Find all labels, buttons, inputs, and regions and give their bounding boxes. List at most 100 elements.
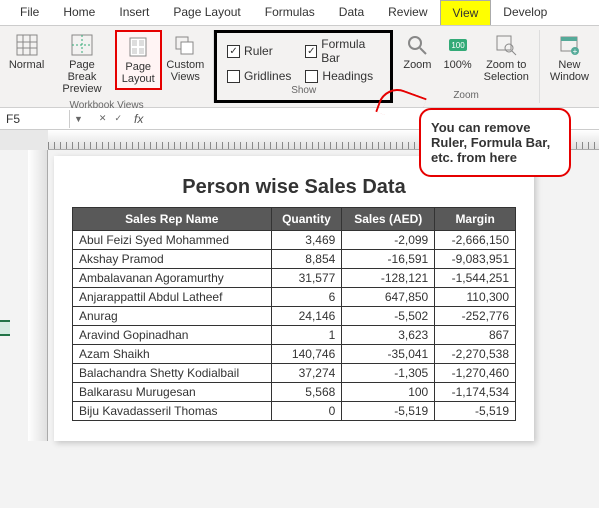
table-cell[interactable]: -2,270,538: [435, 345, 516, 364]
table-cell[interactable]: 140,746: [271, 345, 342, 364]
table-cell[interactable]: Balkarasu Murugesan: [73, 383, 272, 402]
vertical-ruler[interactable]: [28, 150, 48, 441]
zoom-icon: [405, 33, 429, 57]
ruler-checkbox[interactable]: Ruler: [227, 37, 291, 65]
tab-page-layout[interactable]: Page Layout: [161, 0, 252, 25]
table-cell[interactable]: -5,519: [435, 402, 516, 421]
table-cell[interactable]: Ambalavanan Agoramurthy: [73, 269, 272, 288]
page-layout-button[interactable]: Page Layout: [115, 30, 162, 90]
table-header[interactable]: Quantity: [271, 208, 342, 231]
workbook-views-label: Workbook Views: [69, 98, 143, 113]
table-row[interactable]: Akshay Pramod8,854-16,591-9,083,951: [73, 250, 516, 269]
fx-enter-icon[interactable]: ✓: [110, 113, 126, 124]
gridlines-checkbox[interactable]: Gridlines: [227, 69, 291, 83]
checkbox-icon: [305, 45, 317, 58]
svg-text:+: +: [573, 47, 578, 56]
table-row[interactable]: Aravind Gopinadhan13,623867: [73, 326, 516, 345]
table-header[interactable]: Sales (AED): [342, 208, 435, 231]
checkbox-icon: [227, 45, 240, 58]
new-window-button[interactable]: + New Window: [544, 30, 595, 86]
table-cell[interactable]: Balachandra Shetty Kodialbail: [73, 364, 272, 383]
table-cell[interactable]: 110,300: [435, 288, 516, 307]
table-cell[interactable]: Abul Feizi Syed Mohammed: [73, 231, 272, 250]
zoom-selection-label: Zoom to Selection: [484, 59, 529, 83]
table-cell[interactable]: 37,274: [271, 364, 342, 383]
zoom-100-icon: 100: [446, 33, 470, 57]
table-cell[interactable]: 24,146: [271, 307, 342, 326]
table-cell[interactable]: Biju Kavadasseril Thomas: [73, 402, 272, 421]
name-box-dropdown-icon[interactable]: ▼: [70, 114, 87, 124]
table-row[interactable]: Azam Shaikh140,746-35,041-2,270,538: [73, 345, 516, 364]
table-header[interactable]: Margin: [435, 208, 516, 231]
table-row[interactable]: Anjarappattil Abdul Latheef6647,850110,3…: [73, 288, 516, 307]
table-cell[interactable]: 1: [271, 326, 342, 345]
table-cell[interactable]: -2,666,150: [435, 231, 516, 250]
zoom-label: Zoom: [403, 59, 431, 71]
table-cell[interactable]: 6: [271, 288, 342, 307]
group-window: + New Window: [540, 30, 599, 103]
page-canvas: Person wise Sales Data Sales Rep NameQua…: [54, 156, 534, 441]
table-cell[interactable]: 867: [435, 326, 516, 345]
normal-button[interactable]: Normal: [4, 30, 49, 74]
table-cell[interactable]: Aravind Gopinadhan: [73, 326, 272, 345]
table-cell[interactable]: 100: [342, 383, 435, 402]
zoom-100-button[interactable]: 100 100%: [437, 30, 477, 74]
new-window-label: New Window: [550, 59, 589, 83]
tab-file[interactable]: File: [8, 0, 51, 25]
table-row[interactable]: Biju Kavadasseril Thomas0-5,519-5,519: [73, 402, 516, 421]
zoom-group-label: Zoom: [453, 88, 479, 103]
table-cell[interactable]: -2,099: [342, 231, 435, 250]
table-cell[interactable]: 647,850: [342, 288, 435, 307]
table-cell[interactable]: -128,121: [342, 269, 435, 288]
table-cell[interactable]: 8,854: [271, 250, 342, 269]
table-row[interactable]: Anurag24,146-5,502-252,776: [73, 307, 516, 326]
table-cell[interactable]: -1,270,460: [435, 364, 516, 383]
custom-views-button[interactable]: Custom Views: [162, 30, 209, 86]
table-header[interactable]: Sales Rep Name: [73, 208, 272, 231]
table-row[interactable]: Balachandra Shetty Kodialbail37,274-1,30…: [73, 364, 516, 383]
table-cell[interactable]: Akshay Pramod: [73, 250, 272, 269]
table-cell[interactable]: 31,577: [271, 269, 342, 288]
table-cell[interactable]: -252,776: [435, 307, 516, 326]
table-cell[interactable]: -5,502: [342, 307, 435, 326]
fx-icon[interactable]: fx: [126, 112, 151, 126]
table-cell[interactable]: 3,623: [342, 326, 435, 345]
table-row[interactable]: Ambalavanan Agoramurthy31,577-128,121-1,…: [73, 269, 516, 288]
fx-cancel-icon[interactable]: ✕: [87, 113, 111, 124]
table-cell[interactable]: 0: [271, 402, 342, 421]
zoom-button[interactable]: Zoom: [397, 30, 437, 74]
headings-checkbox[interactable]: Headings: [305, 69, 380, 83]
table-cell[interactable]: 5,568: [271, 383, 342, 402]
table-cell[interactable]: -35,041: [342, 345, 435, 364]
table-cell[interactable]: -1,174,534: [435, 383, 516, 402]
tab-insert[interactable]: Insert: [107, 0, 161, 25]
tab-review[interactable]: Review: [376, 0, 439, 25]
data-table[interactable]: Sales Rep NameQuantitySales (AED)Margin …: [72, 207, 516, 421]
name-box[interactable]: F5: [0, 110, 70, 128]
table-cell[interactable]: Azam Shaikh: [73, 345, 272, 364]
page-break-label: Page Break Preview: [55, 59, 109, 95]
table-row[interactable]: Balkarasu Murugesan5,568100-1,174,534: [73, 383, 516, 402]
svg-text:100: 100: [451, 41, 465, 50]
table-row[interactable]: Abul Feizi Syed Mohammed3,469-2,099-2,66…: [73, 231, 516, 250]
tab-data[interactable]: Data: [327, 0, 376, 25]
custom-views-icon: [173, 33, 197, 57]
table-cell[interactable]: -1,305: [342, 364, 435, 383]
table-cell[interactable]: -16,591: [342, 250, 435, 269]
tab-home[interactable]: Home: [51, 0, 107, 25]
table-cell[interactable]: -5,519: [342, 402, 435, 421]
table-cell[interactable]: -1,544,251: [435, 269, 516, 288]
page-layout-label: Page Layout: [122, 61, 155, 85]
tab-developer[interactable]: Develop: [491, 0, 559, 25]
table-cell[interactable]: 3,469: [271, 231, 342, 250]
table-cell[interactable]: -9,083,951: [435, 250, 516, 269]
row-selector[interactable]: [0, 320, 10, 336]
tab-view[interactable]: View: [440, 0, 492, 25]
table-cell[interactable]: Anjarappattil Abdul Latheef: [73, 288, 272, 307]
formula-bar-checkbox[interactable]: Formula Bar: [305, 37, 380, 65]
zoom-selection-button[interactable]: Zoom to Selection: [478, 30, 535, 86]
normal-label: Normal: [9, 59, 44, 71]
tab-formulas[interactable]: Formulas: [253, 0, 327, 25]
page-break-button[interactable]: Page Break Preview: [49, 30, 115, 98]
table-cell[interactable]: Anurag: [73, 307, 272, 326]
